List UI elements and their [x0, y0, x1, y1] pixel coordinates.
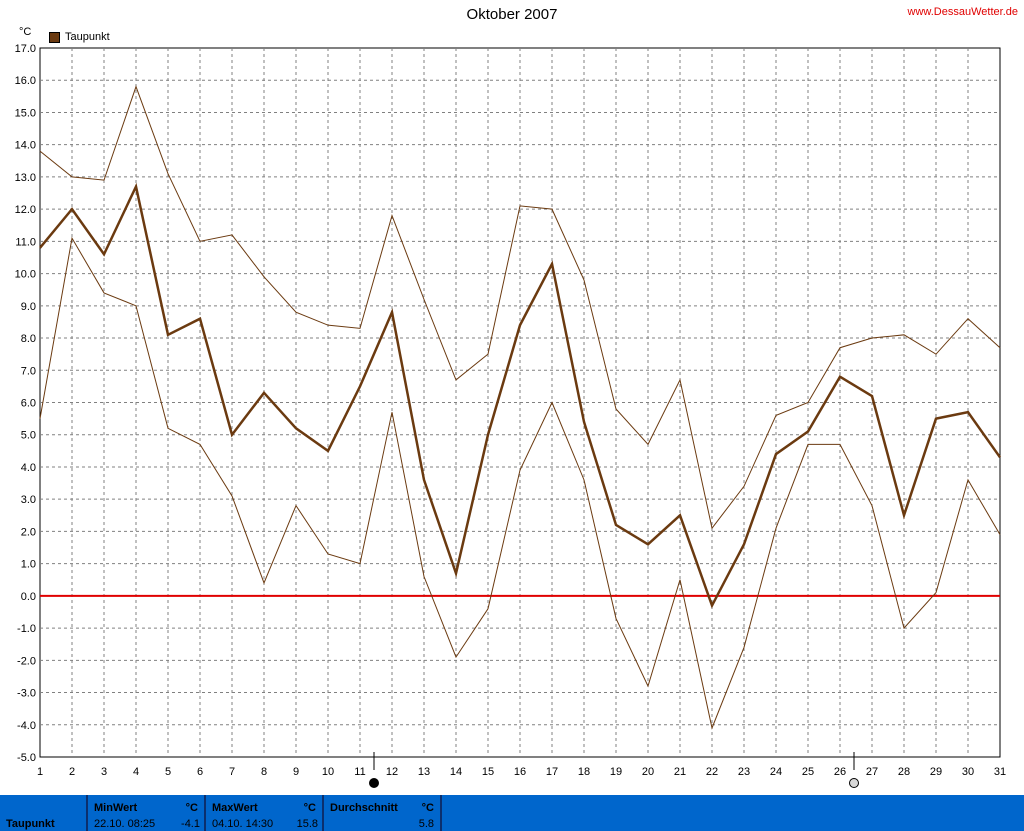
y-tick-label: 3.0	[21, 494, 36, 506]
x-tick-label: 30	[962, 766, 974, 778]
x-tick-label: 28	[898, 766, 910, 778]
y-tick-label: -4.0	[17, 720, 36, 732]
y-tick-label: 15.0	[15, 107, 36, 119]
y-tick-label: 6.0	[21, 398, 36, 410]
x-tick-label: 29	[930, 766, 942, 778]
summary-row-label-cell: Taupunkt	[0, 795, 86, 831]
y-tick-label: 9.0	[21, 301, 36, 313]
x-tick-label: 21	[674, 766, 686, 778]
summary-avg-header: Durchschnitt	[330, 802, 398, 814]
y-tick-label: -1.0	[17, 623, 36, 635]
y-tick-label: 14.0	[15, 140, 36, 152]
x-tick-label: 27	[866, 766, 878, 778]
x-tick-label: 17	[546, 766, 558, 778]
x-tick-label: 6	[197, 766, 203, 778]
summary-min-cell: MinWert °C 22.10. 08:25 -4.1	[88, 795, 204, 831]
summary-row-label: Taupunkt	[6, 818, 55, 830]
y-tick-label: 11.0	[15, 236, 36, 248]
y-tick-label: 16.0	[15, 75, 36, 87]
x-tick-label: 4	[133, 766, 139, 778]
x-tick-label: 2	[69, 766, 75, 778]
y-tick-label: -2.0	[17, 655, 36, 667]
x-tick-label: 7	[229, 766, 235, 778]
full-moon-icon	[369, 778, 379, 788]
x-tick-label: 19	[610, 766, 622, 778]
x-tick-label: 15	[482, 766, 494, 778]
summary-min-value: -4.1	[181, 818, 200, 830]
x-tick-label: 13	[418, 766, 430, 778]
x-tick-label: 25	[802, 766, 814, 778]
y-tick-label: 4.0	[21, 462, 36, 474]
y-tick-label: 2.0	[21, 526, 36, 538]
summary-max-value: 15.8	[296, 818, 318, 830]
y-tick-label: 1.0	[21, 559, 36, 571]
y-tick-label: -5.0	[17, 752, 36, 764]
x-tick-label: 23	[738, 766, 750, 778]
x-tick-label: 10	[322, 766, 334, 778]
summary-avg-cell: Durchschnitt °C 5.8	[324, 795, 440, 831]
summary-max-header: MaxWert	[212, 802, 258, 814]
x-tick-label: 9	[293, 766, 299, 778]
x-tick-label: 22	[706, 766, 718, 778]
new-moon-icon	[849, 778, 859, 788]
x-tick-label: 20	[642, 766, 654, 778]
y-tick-label: 13.0	[15, 172, 36, 184]
summary-avg-value: 5.8	[418, 818, 434, 830]
summary-divider	[440, 795, 442, 831]
summary-max-when: 04.10. 14:30	[212, 818, 274, 830]
y-tick-label: 5.0	[21, 430, 36, 442]
x-tick-label: 12	[386, 766, 398, 778]
x-tick-label: 26	[834, 766, 846, 778]
x-tick-label: 24	[770, 766, 782, 778]
y-tick-label: 10.0	[15, 269, 36, 281]
x-tick-label: 1	[37, 766, 43, 778]
y-tick-label: 8.0	[21, 333, 36, 345]
y-tick-label: 7.0	[21, 365, 36, 377]
summary-max-unit: °C	[303, 802, 316, 814]
summary-bar: Taupunkt MinWert °C 22.10. 08:25 -4.1 Ma…	[0, 795, 1024, 831]
x-tick-label: 31	[994, 766, 1006, 778]
x-tick-label: 16	[514, 766, 526, 778]
y-tick-label: 17.0	[15, 43, 36, 55]
x-tick-label: 14	[450, 766, 462, 778]
summary-avg-unit: °C	[421, 802, 434, 814]
x-tick-label: 8	[261, 766, 267, 778]
y-tick-label: 0.0	[21, 591, 36, 603]
x-tick-label: 3	[101, 766, 107, 778]
summary-min-header: MinWert	[94, 802, 138, 814]
summary-max-cell: MaxWert °C 04.10. 14:30 15.8	[206, 795, 322, 831]
x-tick-label: 11	[354, 766, 365, 778]
x-tick-label: 5	[165, 766, 171, 778]
summary-min-unit: °C	[185, 802, 198, 814]
y-tick-label: -3.0	[17, 688, 36, 700]
y-tick-label: 12.0	[15, 204, 36, 216]
x-tick-label: 18	[578, 766, 590, 778]
chart: 17.016.015.014.013.012.011.010.09.08.07.…	[15, 43, 1006, 788]
summary-min-when: 22.10. 08:25	[94, 818, 156, 830]
